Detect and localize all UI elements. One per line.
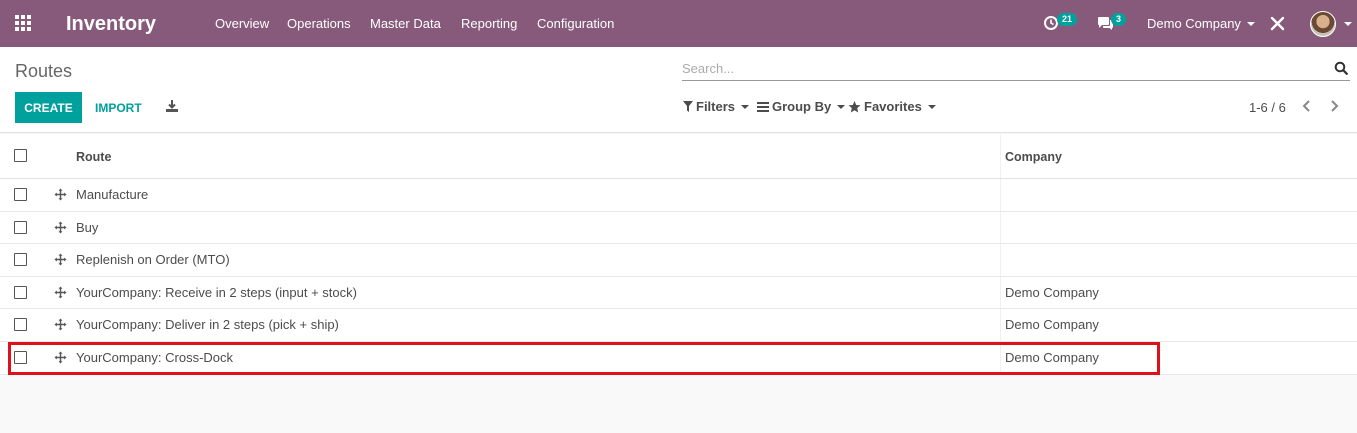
download-icon[interactable] [165, 99, 179, 113]
menu-operations[interactable]: Operations [287, 0, 351, 47]
route-name: Buy [76, 219, 99, 235]
route-company: Demo Company [1005, 317, 1099, 333]
table-row[interactable]: YourCompany: Receive in 2 steps (input +… [0, 276, 1357, 310]
tools-icon [1270, 16, 1285, 31]
drag-handle-icon[interactable] [54, 253, 67, 266]
group-by-label: Group By [772, 99, 832, 114]
filter-icon [683, 101, 693, 112]
drag-handle-icon[interactable] [54, 221, 67, 234]
table-row[interactable]: YourCompany: Cross-Dock Demo Company [0, 341, 1357, 375]
route-name: YourCompany: Cross-Dock [76, 349, 234, 365]
menu-overview[interactable]: Overview [215, 0, 269, 47]
chevron-down-icon [927, 104, 936, 109]
group-by-dropdown[interactable]: Group By [757, 99, 846, 114]
message-count-badge: 3 [1111, 13, 1127, 26]
drag-handle-icon[interactable] [54, 351, 67, 364]
user-avatar[interactable] [1310, 11, 1336, 37]
column-divider [1000, 134, 1001, 178]
table-header: Route Company [0, 134, 1357, 179]
chevron-left-icon[interactable] [1300, 99, 1314, 113]
filters-label: Filters [696, 99, 736, 114]
route-company: Demo Company [1005, 349, 1099, 365]
menu-master-data[interactable]: Master Data [370, 0, 441, 47]
route-company: Demo Company [1005, 284, 1099, 300]
star-icon [848, 100, 861, 112]
menu-reporting[interactable]: Reporting [461, 0, 517, 47]
chevron-down-icon [837, 104, 846, 109]
favorites-label: Favorites [864, 99, 922, 114]
column-divider [1000, 309, 1001, 341]
search-icon[interactable] [1334, 61, 1348, 75]
user-menu-chevron-icon[interactable] [1344, 22, 1352, 26]
drag-handle-icon[interactable] [54, 318, 67, 331]
drag-handle-icon[interactable] [54, 286, 67, 299]
table-row[interactable]: YourCompany: Deliver in 2 steps (pick + … [0, 309, 1357, 342]
debug-tools-button[interactable] [1270, 16, 1285, 31]
top-navbar: Inventory Overview Operations Master Dat… [0, 0, 1357, 47]
column-divider [1000, 179, 1001, 211]
row-checkbox[interactable] [14, 350, 27, 364]
table-row[interactable]: Replenish on Order (MTO) [0, 244, 1357, 277]
select-all-checkbox[interactable] [14, 149, 27, 162]
menu-configuration[interactable]: Configuration [537, 0, 614, 47]
row-checkbox[interactable] [14, 285, 27, 299]
table-row[interactable]: Manufacture [0, 179, 1357, 212]
column-divider [1000, 276, 1001, 309]
search-input[interactable] [682, 57, 1302, 79]
favorites-dropdown[interactable]: Favorites [848, 99, 936, 114]
company-switcher[interactable]: Demo Company [1147, 0, 1255, 47]
import-button[interactable]: IMPORT [87, 92, 150, 123]
row-checkbox[interactable] [14, 220, 27, 234]
row-checkbox[interactable] [14, 253, 27, 267]
table-row[interactable]: Buy [0, 211, 1357, 245]
chevron-down-icon [741, 104, 750, 109]
row-checkbox[interactable] [14, 318, 27, 332]
list-icon [757, 101, 769, 112]
chevron-down-icon [1246, 21, 1255, 26]
apps-menu-icon[interactable] [15, 15, 33, 33]
route-name: Manufacture [76, 187, 149, 202]
filters-dropdown[interactable]: Filters [683, 99, 750, 114]
activity-count-badge: 21 [1057, 13, 1078, 26]
route-name: YourCompany: Deliver in 2 steps (pick + … [76, 317, 339, 333]
pager-value[interactable]: 1-6 / 6 [1249, 100, 1286, 115]
route-name: Replenish on Order (MTO) [76, 252, 230, 268]
route-name: YourCompany: Receive in 2 steps (input +… [76, 284, 357, 300]
drag-handle-icon[interactable] [54, 188, 67, 201]
page-title: Routes [15, 61, 73, 81]
app-title[interactable]: Inventory [66, 11, 156, 37]
column-header-route[interactable]: Route [76, 150, 111, 164]
column-header-company[interactable]: Company [1005, 150, 1062, 164]
chevron-right-icon[interactable] [1327, 99, 1341, 113]
search-bar [682, 57, 1350, 81]
routes-list: Route Company Manufacture Buy Replenish … [0, 134, 1357, 375]
column-divider [1000, 341, 1001, 374]
row-checkbox[interactable] [14, 188, 27, 201]
company-name: Demo Company [1147, 16, 1241, 31]
column-divider [1000, 244, 1001, 276]
column-divider [1000, 211, 1001, 244]
create-button[interactable]: CREATE [15, 92, 82, 123]
control-panel: Routes CREATE IMPORT Filters Group By Fa… [0, 47, 1357, 133]
